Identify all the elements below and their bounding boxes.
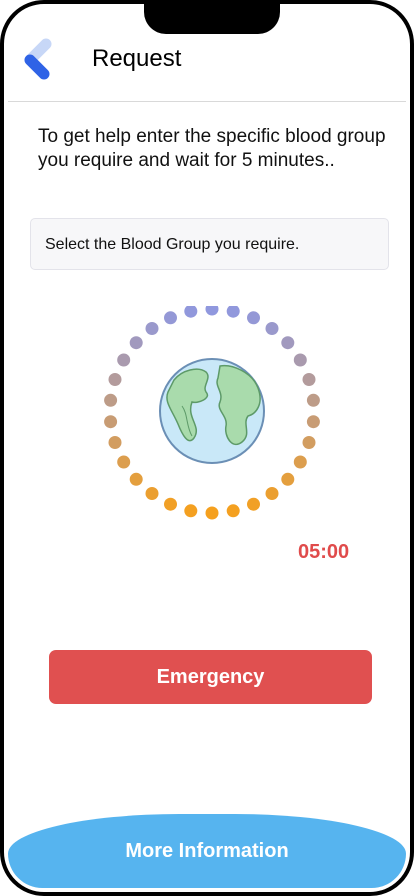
notch	[144, 4, 280, 34]
progress-dot	[164, 311, 177, 325]
blood-group-select[interactable]: Select the Blood Group you require.	[30, 218, 389, 270]
progress-dot	[184, 304, 198, 318]
progress-dot	[129, 336, 143, 350]
progress-dot	[117, 455, 131, 469]
progress-dot	[145, 322, 159, 335]
progress-dot	[302, 436, 316, 449]
progress-dot	[247, 311, 260, 325]
progress-dot	[205, 506, 219, 520]
progress-dot	[145, 487, 159, 500]
countdown-timer: 05:00	[298, 541, 350, 563]
progress-dot	[117, 353, 131, 367]
progress-dot	[293, 353, 307, 367]
more-information-button[interactable]: More Information	[8, 814, 406, 888]
progress-dot	[265, 487, 279, 500]
progress-dot	[265, 322, 279, 335]
progress-dot	[306, 415, 320, 429]
progress-dot	[108, 373, 122, 386]
progress-dot	[108, 436, 122, 449]
progress-dot	[104, 415, 118, 429]
header-divider	[8, 101, 406, 102]
globe-icon	[159, 358, 265, 464]
instructions-text: To get help enter the specific blood gro…	[38, 126, 386, 171]
searching-indicator	[102, 302, 322, 526]
progress-dot	[281, 336, 295, 350]
progress-dot	[247, 497, 260, 511]
progress-dots	[104, 302, 320, 520]
chevron-left-icon	[24, 38, 52, 80]
emergency-button[interactable]: Emergency	[49, 650, 372, 704]
progress-dot	[293, 455, 307, 469]
progress-dot	[226, 504, 240, 518]
progress-dot	[129, 472, 143, 486]
progress-dot	[184, 504, 198, 518]
progress-dot	[306, 393, 320, 407]
progress-dot	[164, 497, 177, 511]
progress-dot	[302, 373, 316, 386]
page-title: Request	[92, 45, 182, 72]
progress-dot	[226, 304, 240, 318]
back-button[interactable]	[20, 36, 56, 84]
progress-dot	[281, 472, 295, 486]
progress-dot	[104, 393, 118, 407]
phone-frame: Request To get help enter the specific b…	[0, 0, 414, 896]
progress-dot	[205, 302, 219, 316]
